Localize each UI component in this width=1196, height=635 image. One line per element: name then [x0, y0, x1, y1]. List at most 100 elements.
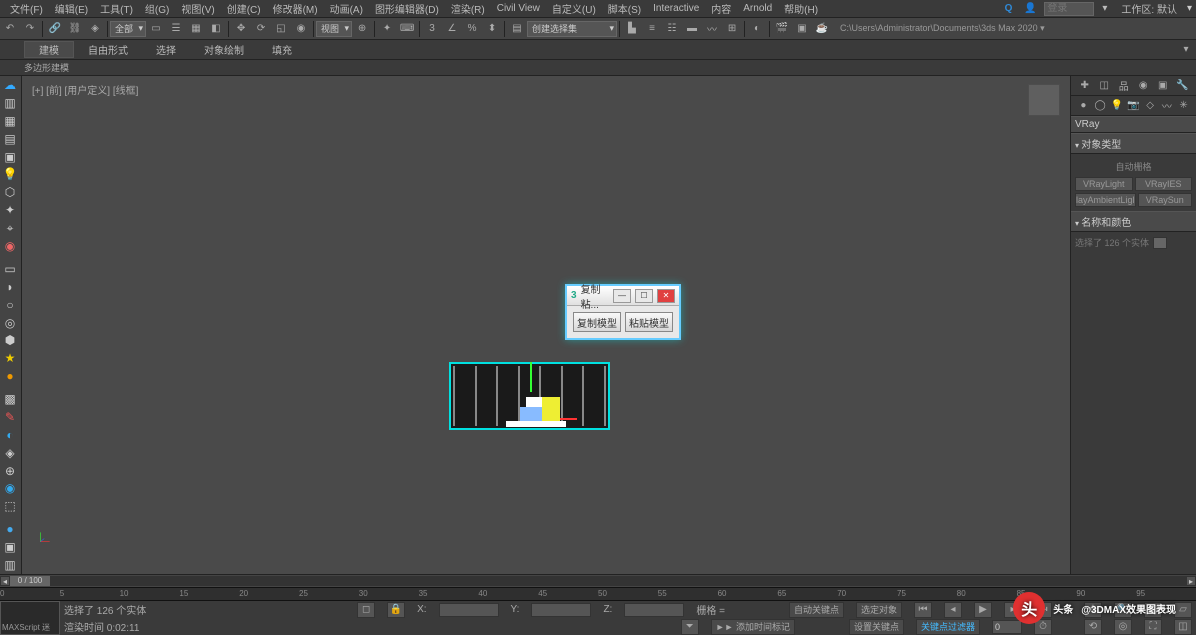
- maxscript-listener[interactable]: MAXScript 迷: [0, 601, 60, 635]
- menu-grapheditors[interactable]: 图形编辑器(D): [369, 1, 445, 16]
- ribbon-icon[interactable]: ▬: [682, 19, 702, 39]
- viewport[interactable]: [+] [前] [用户定义] [线框]: [22, 76, 1070, 574]
- login-input[interactable]: [1044, 2, 1094, 16]
- menu-file[interactable]: 文件(F): [4, 1, 49, 16]
- time-slider[interactable]: ◂ 0 / 100 ▸: [0, 575, 1196, 587]
- dialog-titlebar[interactable]: 3 复制粘... — ☐ ✕: [567, 286, 679, 306]
- ribbon-tab-modeling[interactable]: 建模: [24, 41, 74, 58]
- lt-icon-12[interactable]: ◗: [0, 279, 20, 295]
- lt-icon-11[interactable]: ▭: [0, 261, 20, 277]
- object-color-swatch[interactable]: [1153, 237, 1167, 249]
- lt-icon-25[interactable]: ●: [0, 521, 20, 537]
- coord-y-input[interactable]: [531, 603, 591, 617]
- lt-icon-5[interactable]: ▣: [0, 149, 20, 165]
- menu-arnold[interactable]: Arnold: [737, 3, 778, 14]
- viewcube[interactable]: [1028, 84, 1060, 116]
- menu-tools[interactable]: 工具(T): [94, 1, 139, 16]
- user-icon[interactable]: 👤: [1020, 0, 1040, 19]
- select-icon[interactable]: ▭: [146, 19, 166, 39]
- hierarchy-tab-icon[interactable]: 品: [1117, 79, 1131, 93]
- time-ruler[interactable]: 0510152025303540455055606570758085909510…: [0, 587, 1196, 601]
- bind-icon[interactable]: ◈: [85, 19, 105, 39]
- lt-icon-27[interactable]: ▥: [0, 557, 20, 573]
- lt-icon-4[interactable]: ▤: [0, 131, 20, 147]
- lt-icon-18[interactable]: ▩: [0, 391, 20, 407]
- menu-create[interactable]: 创建(C): [221, 1, 267, 16]
- btn-vrayambient[interactable]: layAmbientLigl: [1075, 193, 1136, 207]
- lt-icon-3[interactable]: ▦: [0, 113, 20, 129]
- scale-icon[interactable]: ◱: [271, 19, 291, 39]
- cat-cameras-icon[interactable]: 📷: [1126, 99, 1140, 113]
- nav-zoomall-icon[interactable]: ▣: [1144, 602, 1162, 618]
- cat-shapes-icon[interactable]: ◯: [1093, 99, 1107, 113]
- coord-z-input[interactable]: [624, 603, 684, 617]
- menu-rendering[interactable]: 渲染(R): [445, 1, 491, 16]
- goto-start-icon[interactable]: ⏮: [914, 602, 932, 618]
- slider-track[interactable]: 0 / 100: [10, 576, 1186, 586]
- next-frame-icon[interactable]: ▸: [1004, 602, 1022, 618]
- move-icon[interactable]: ✥: [231, 19, 251, 39]
- menu-content[interactable]: 内容: [705, 1, 737, 16]
- menu-modifiers[interactable]: 修改器(M): [267, 1, 324, 16]
- lt-icon-9[interactable]: ⌖: [0, 220, 20, 236]
- cat-systems-icon[interactable]: ✳: [1177, 99, 1191, 113]
- dialog-maximize-icon[interactable]: ☐: [635, 289, 653, 303]
- percent-snap-icon[interactable]: %: [462, 19, 482, 39]
- autogrid-checkbox[interactable]: 自动栅格: [1075, 158, 1192, 175]
- ribbon-sub-label[interactable]: 多边形建模: [24, 61, 69, 74]
- cat-helpers-icon[interactable]: ◇: [1143, 99, 1157, 113]
- menu-group[interactable]: 组(G): [139, 1, 175, 16]
- window-crossing-icon[interactable]: ◧: [206, 19, 226, 39]
- select-rect-icon[interactable]: ▦: [186, 19, 206, 39]
- rollout-object-type[interactable]: 对象类型: [1071, 133, 1196, 154]
- menu-customize[interactable]: 自定义(U): [546, 1, 602, 16]
- utilities-tab-icon[interactable]: 🔧: [1175, 79, 1189, 93]
- nav-pan-icon[interactable]: ✥: [1084, 602, 1102, 618]
- named-sel-dropdown[interactable]: 创建选择集: [527, 21, 617, 37]
- info-icon[interactable]: Q: [1001, 3, 1017, 14]
- coord-x-input[interactable]: [439, 603, 499, 617]
- nav-fov-icon[interactable]: ▱: [1174, 602, 1192, 618]
- keymode-icon[interactable]: ⌨: [397, 19, 417, 39]
- paste-model-button[interactable]: 粘贴模型: [625, 312, 673, 332]
- slider-thumb[interactable]: 0 / 100: [10, 576, 50, 586]
- schematic-icon[interactable]: ⊞: [722, 19, 742, 39]
- lt-icon-26[interactable]: ▣: [0, 539, 20, 555]
- ribbon-tab-populate[interactable]: 填充: [258, 42, 306, 57]
- dialog-minimize-icon[interactable]: —: [613, 289, 631, 303]
- prev-frame-icon[interactable]: ◂: [944, 602, 962, 618]
- lt-icon-24[interactable]: ⬚: [0, 498, 20, 514]
- spinner-snap-icon[interactable]: ⬍: [482, 19, 502, 39]
- menu-civilview[interactable]: Civil View: [491, 3, 546, 14]
- lt-icon-7[interactable]: ⬡: [0, 184, 20, 200]
- nav-dolly-icon[interactable]: ◎: [1114, 619, 1132, 635]
- lt-icon-15[interactable]: ⬢: [0, 332, 20, 348]
- btn-vraysun[interactable]: VRaySun: [1138, 193, 1192, 207]
- menu-scripting[interactable]: 脚本(S): [602, 1, 647, 16]
- lt-icon-20[interactable]: ◐: [0, 427, 20, 443]
- placement-icon[interactable]: ◉: [291, 19, 311, 39]
- lt-icon-16[interactable]: ★: [0, 350, 20, 366]
- select-name-icon[interactable]: ☰: [166, 19, 186, 39]
- nav-region-icon[interactable]: ◫: [1174, 619, 1192, 635]
- manip-icon[interactable]: ✦: [377, 19, 397, 39]
- play-icon[interactable]: ▶: [974, 602, 992, 618]
- menu-edit[interactable]: 编辑(E): [49, 1, 94, 16]
- modify-tab-icon[interactable]: ◫: [1097, 79, 1111, 93]
- align-icon[interactable]: ≡: [642, 19, 662, 39]
- lt-icon-1[interactable]: ☁: [0, 77, 20, 93]
- render-frame-icon[interactable]: ▣: [792, 19, 812, 39]
- nav-orbit-icon[interactable]: ⟲: [1084, 619, 1102, 635]
- viewport-label[interactable]: [+] [前] [用户定义] [线框]: [32, 82, 138, 97]
- nav-max-icon[interactable]: ⛶: [1144, 619, 1162, 635]
- snap-icon[interactable]: 3: [422, 19, 442, 39]
- key-filters-button[interactable]: 关键点过滤器: [916, 619, 980, 635]
- cat-lights-icon[interactable]: 💡: [1110, 99, 1124, 113]
- angle-snap-icon[interactable]: ∠: [442, 19, 462, 39]
- rotate-icon[interactable]: ⟳: [251, 19, 271, 39]
- pivot-icon[interactable]: ⊕: [352, 19, 372, 39]
- render-icon[interactable]: ☕: [812, 19, 832, 39]
- copy-model-button[interactable]: 复制模型: [573, 312, 621, 332]
- menu-help[interactable]: 帮助(H): [778, 1, 824, 16]
- ribbon-tab-freeform[interactable]: 自由形式: [74, 42, 142, 57]
